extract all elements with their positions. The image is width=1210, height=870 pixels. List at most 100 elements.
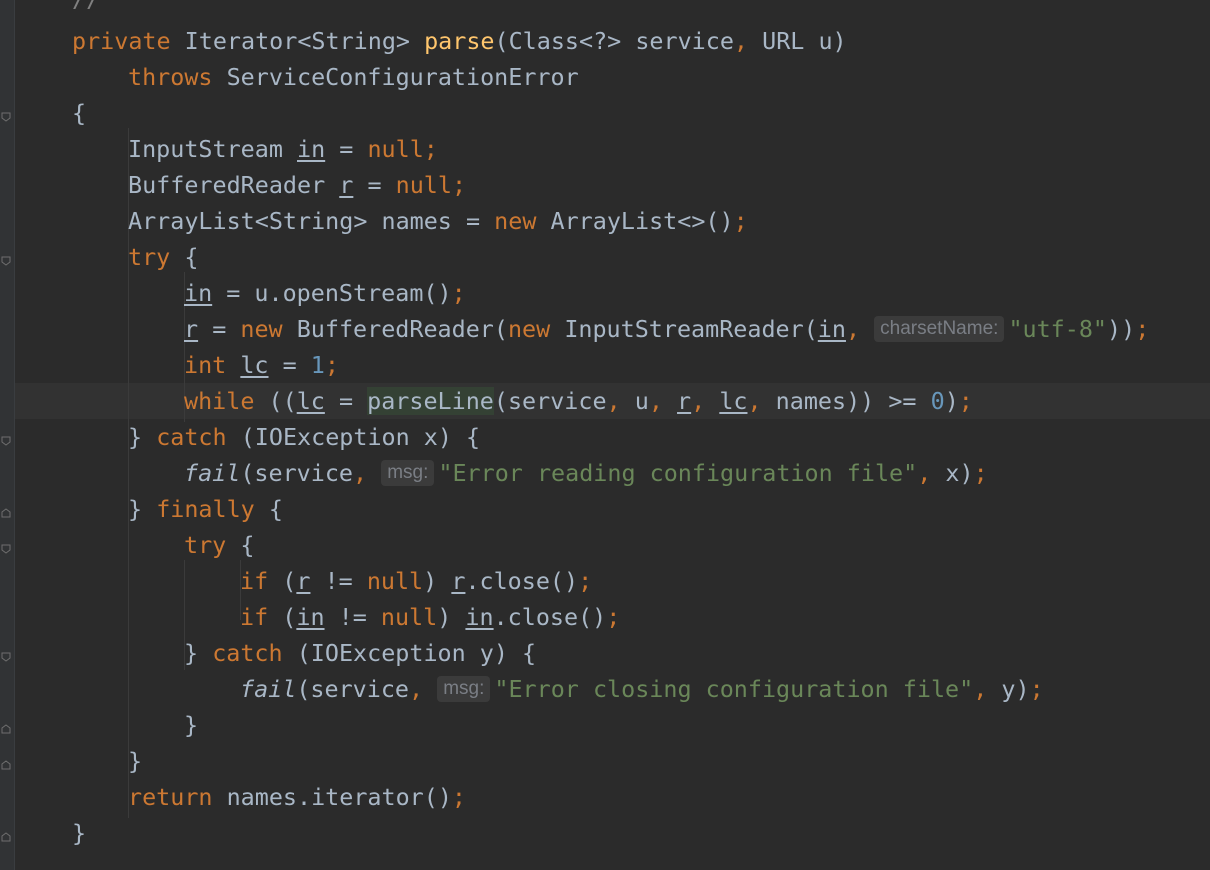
- code-token: }: [128, 747, 143, 775]
- keyword: catch: [156, 423, 227, 451]
- keyword: try: [128, 243, 171, 271]
- keyword: new: [507, 315, 551, 343]
- code-line[interactable]: InputStream in = null;: [128, 131, 1210, 167]
- parameter-hint: msg:: [437, 676, 491, 702]
- code-token: =: [212, 315, 227, 343]
- code-line[interactable]: } catch (IOException x) {: [128, 419, 1210, 455]
- code-line[interactable]: int lc = 1;: [184, 347, 1210, 383]
- code-line[interactable]: {: [72, 95, 1210, 131]
- code-line[interactable]: if (r != null) r.close();: [240, 563, 1210, 599]
- variable: r: [677, 387, 692, 415]
- code-editor[interactable]: // private Iterator<String> parse(Class<…: [0, 0, 1210, 870]
- code-line[interactable]: }: [72, 815, 1210, 851]
- punctuation: ;: [1135, 315, 1150, 343]
- code-line[interactable]: fail(service, msg: "Error reading configu…: [184, 455, 1210, 491]
- string-literal: "Error reading configuration file": [438, 459, 918, 487]
- code-line[interactable]: ArrayList<String> names = new ArrayList<…: [128, 203, 1210, 239]
- keyword: null: [380, 603, 438, 631]
- code-token: (service: [240, 459, 354, 487]
- variable: r: [184, 315, 199, 343]
- code-token: }: [184, 639, 199, 667]
- editor-gutter: [0, 0, 15, 870]
- code-line-current[interactable]: while ((lc = parseLine(service, u, r, lc…: [184, 383, 1210, 419]
- punctuation: ,: [353, 459, 368, 487]
- string-literal: "utf-8": [1008, 315, 1108, 343]
- code-line[interactable]: r = new BufferedReader(new InputStreamRe…: [184, 311, 1210, 347]
- code-line[interactable]: try {: [128, 239, 1210, 275]
- fold-marker-icon[interactable]: [1, 436, 11, 446]
- code-token: (Class<?> service: [494, 27, 734, 55]
- method-call: fail: [240, 675, 297, 703]
- keyword: throws: [128, 63, 213, 91]
- fold-marker-icon[interactable]: [1, 832, 11, 842]
- keyword: new: [494, 207, 537, 235]
- code-line[interactable]: throws ServiceConfigurationError: [128, 59, 1210, 95]
- keyword: finally: [156, 495, 255, 523]
- code-token: =: [339, 135, 354, 163]
- code-token: ): [944, 387, 959, 415]
- code-token: names)) >=: [775, 387, 917, 415]
- code-token: !=: [338, 603, 367, 631]
- punctuation: ;: [1029, 675, 1044, 703]
- keyword: while: [184, 387, 255, 415]
- keyword: if: [240, 567, 269, 595]
- code-line[interactable]: fail(service, msg: "Error closing configu…: [240, 671, 1210, 707]
- code-line[interactable]: }: [184, 707, 1210, 743]
- code-token: ): [423, 567, 438, 595]
- variable: in: [184, 279, 213, 307]
- code-token: !=: [324, 567, 353, 595]
- fold-marker-icon[interactable]: [1, 508, 11, 518]
- keyword: null: [366, 567, 424, 595]
- code-token: }: [184, 711, 199, 739]
- punctuation: ,: [691, 387, 706, 415]
- punctuation: ,: [973, 675, 988, 703]
- punctuation: ;: [606, 603, 621, 631]
- punctuation: ;: [578, 567, 593, 595]
- code-line[interactable]: in = u.openStream();: [184, 275, 1210, 311]
- code-token: = u.openStream(): [226, 279, 452, 307]
- punctuation: ;: [973, 459, 988, 487]
- keyword: catch: [212, 639, 283, 667]
- code-line[interactable]: } catch (IOException y) {: [184, 635, 1210, 671]
- punctuation: ,: [409, 675, 424, 703]
- code-token: }: [128, 495, 143, 523]
- code-line[interactable]: //: [72, 0, 1210, 17]
- fold-marker-icon[interactable]: [1, 760, 11, 770]
- fold-marker-icon[interactable]: [1, 724, 11, 734]
- method-call: fail: [184, 459, 241, 487]
- code-token: )): [1107, 315, 1136, 343]
- code-token: }: [128, 423, 143, 451]
- code-token: ArrayList<>(): [550, 207, 734, 235]
- code-line[interactable]: private Iterator<String> parse(Class<?> …: [72, 23, 1210, 59]
- code-token: (IOException y) {: [296, 639, 537, 667]
- code-token: ServiceConfigurationError: [226, 63, 579, 91]
- code-token: x): [945, 459, 974, 487]
- code-line[interactable]: BufferedReader r = null;: [128, 167, 1210, 203]
- code-line[interactable]: try {: [184, 527, 1210, 563]
- fold-marker-icon[interactable]: [1, 544, 11, 554]
- fold-marker-icon[interactable]: [1, 256, 11, 266]
- punctuation: ;: [324, 351, 339, 379]
- code-token: (service: [493, 387, 607, 415]
- keyword: null: [395, 171, 452, 199]
- keyword: if: [240, 603, 269, 631]
- code-token: ): [437, 603, 452, 631]
- keyword: return: [128, 783, 213, 811]
- code-line[interactable]: return names.iterator();: [128, 779, 1210, 815]
- code-token: Iterator<String>: [184, 27, 410, 55]
- fold-marker-icon[interactable]: [1, 652, 11, 662]
- code-line[interactable]: if (in != null) in.close();: [240, 599, 1210, 635]
- fold-marker-icon[interactable]: [1, 112, 11, 122]
- punctuation: ,: [648, 387, 663, 415]
- code-token: (IOException x) {: [240, 423, 481, 451]
- variable: in: [296, 603, 325, 631]
- code-token: }: [72, 819, 87, 847]
- variable: in: [817, 315, 846, 343]
- code-token: {: [268, 495, 283, 523]
- code-token: =: [338, 387, 354, 415]
- code-line[interactable]: } finally {: [128, 491, 1210, 527]
- code-token: BufferedReader: [128, 171, 326, 199]
- parameter-hint: charsetName:: [874, 316, 1005, 342]
- code-line[interactable]: }: [128, 743, 1210, 779]
- code-token: (service: [296, 675, 410, 703]
